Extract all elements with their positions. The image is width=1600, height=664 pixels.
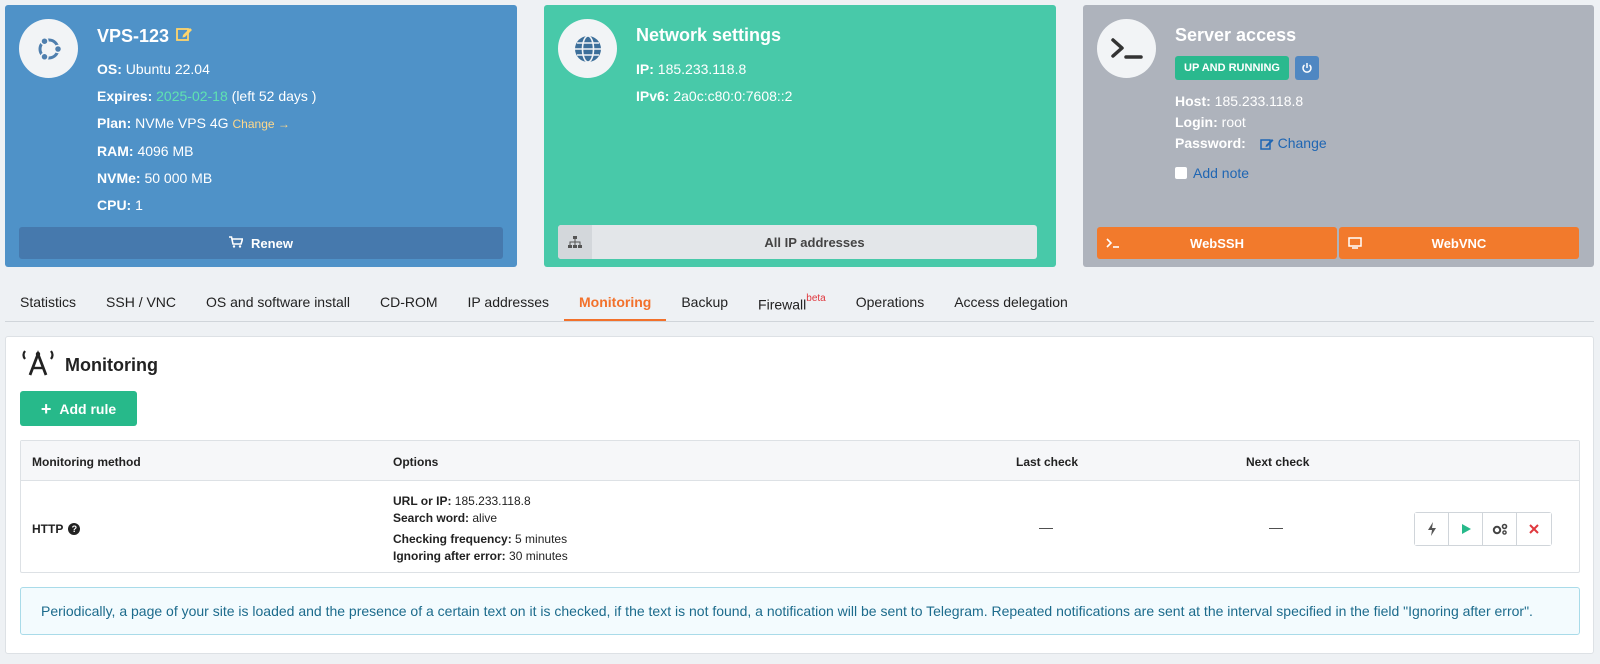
terminal-small-icon bbox=[1097, 238, 1129, 248]
question-icon[interactable]: ? bbox=[68, 523, 81, 535]
os-row: OS: Ubuntu 22.04 bbox=[97, 61, 210, 77]
ipv6-row: IPv6: 2a0c:c80:0:7608::2 bbox=[636, 88, 793, 104]
tab-bar: Statistics SSH / VNC OS and software ins… bbox=[5, 283, 1594, 322]
login-row: Login: root bbox=[1175, 114, 1246, 130]
ubuntu-logo-icon bbox=[19, 19, 78, 78]
tab-cd-rom[interactable]: CD-ROM bbox=[365, 283, 453, 321]
beta-badge: beta bbox=[806, 293, 826, 304]
monitoring-table: Monitoring method Options Last check Nex… bbox=[20, 440, 1580, 573]
terminal-icon bbox=[1097, 19, 1156, 78]
panel-title: Monitoring bbox=[21, 349, 158, 382]
tab-os-install[interactable]: OS and software install bbox=[191, 283, 365, 321]
settings-icon[interactable] bbox=[1483, 513, 1517, 545]
webssh-button[interactable]: WebSSH bbox=[1097, 227, 1337, 259]
tab-backup[interactable]: Backup bbox=[666, 283, 743, 321]
tab-firewall[interactable]: Firewallbeta bbox=[743, 283, 841, 321]
status-badge: UP AND RUNNING bbox=[1175, 56, 1289, 80]
tab-monitoring[interactable]: Monitoring bbox=[564, 283, 667, 321]
vps-card: VPS-123 OS: Ubuntu 22.04 Expires: 2025-0… bbox=[5, 5, 517, 267]
cpu-row: CPU: 1 bbox=[97, 197, 143, 213]
host-row: Host: 185.233.118.8 bbox=[1175, 93, 1304, 109]
note-icon bbox=[1175, 167, 1187, 179]
broadcast-icon bbox=[21, 349, 55, 382]
table-row: HTTP ? URL or IP: 185.233.118.8 Search w… bbox=[21, 481, 1579, 573]
renew-button[interactable]: Renew bbox=[19, 227, 503, 259]
tab-ssh-vnc[interactable]: SSH / VNC bbox=[91, 283, 191, 321]
password-row: Password: Change bbox=[1175, 135, 1327, 151]
table-header: Monitoring method Options Last check Nex… bbox=[21, 441, 1579, 481]
nvme-row: NVMe: 50 000 MB bbox=[97, 170, 213, 186]
next-check-value: — bbox=[1269, 519, 1283, 535]
vps-title: VPS-123 bbox=[97, 25, 193, 48]
tab-operations[interactable]: Operations bbox=[841, 283, 939, 321]
cart-icon bbox=[229, 235, 244, 251]
sitemap-icon bbox=[558, 225, 592, 259]
ram-row: RAM: 4096 MB bbox=[97, 143, 194, 159]
monitoring-panel: Monitoring + Add rule Monitoring method … bbox=[5, 336, 1594, 654]
edit-name-icon[interactable] bbox=[175, 25, 193, 48]
play-icon[interactable] bbox=[1449, 513, 1483, 545]
ip-row: IP: 185.233.118.8 bbox=[636, 61, 747, 77]
bolt-icon[interactable] bbox=[1415, 513, 1449, 545]
globe-icon bbox=[558, 19, 617, 78]
change-plan-link[interactable]: Change → bbox=[233, 117, 290, 131]
plan-row: Plan: NVMe VPS 4G Change → bbox=[97, 115, 290, 131]
server-access-title: Server access bbox=[1175, 25, 1297, 45]
tab-access-delegation[interactable]: Access delegation bbox=[939, 283, 1083, 321]
add-note-link[interactable]: Add note bbox=[1175, 165, 1249, 181]
rule-method: HTTP ? bbox=[32, 522, 81, 536]
network-card: Network settings IP: 185.233.118.8 IPv6:… bbox=[544, 5, 1056, 267]
all-ip-addresses-button[interactable]: All IP addresses bbox=[558, 225, 1037, 259]
vps-name: VPS-123 bbox=[97, 26, 170, 46]
col-method: Monitoring method bbox=[32, 455, 141, 469]
rule-actions bbox=[1414, 512, 1552, 546]
expires-date: 2025-02-18 bbox=[156, 88, 228, 104]
server-access-card: Server access UP AND RUNNING Host: 185.2… bbox=[1083, 5, 1594, 267]
plus-icon: + bbox=[40, 398, 52, 419]
delete-icon[interactable] bbox=[1517, 513, 1551, 545]
monitor-icon bbox=[1339, 237, 1371, 249]
last-check-value: — bbox=[1039, 519, 1053, 535]
power-button[interactable] bbox=[1294, 56, 1319, 80]
info-alert: Periodically, a page of your site is loa… bbox=[20, 587, 1580, 635]
webvnc-button[interactable]: WebVNC bbox=[1339, 227, 1579, 259]
tab-statistics[interactable]: Statistics bbox=[5, 283, 91, 321]
col-options: Options bbox=[393, 455, 439, 469]
tab-ip-addresses[interactable]: IP addresses bbox=[453, 283, 564, 321]
col-last-check: Last check bbox=[1016, 455, 1079, 469]
col-next-check: Next check bbox=[1246, 455, 1310, 469]
expires-row: Expires: 2025-02-18 (left 52 days ) bbox=[97, 88, 317, 104]
rule-options: URL or IP: 185.233.118.8 Search word: al… bbox=[393, 494, 568, 563]
change-password-link[interactable]: Change bbox=[1259, 135, 1327, 151]
add-rule-button[interactable]: + Add rule bbox=[20, 391, 137, 426]
network-title: Network settings bbox=[636, 25, 782, 45]
